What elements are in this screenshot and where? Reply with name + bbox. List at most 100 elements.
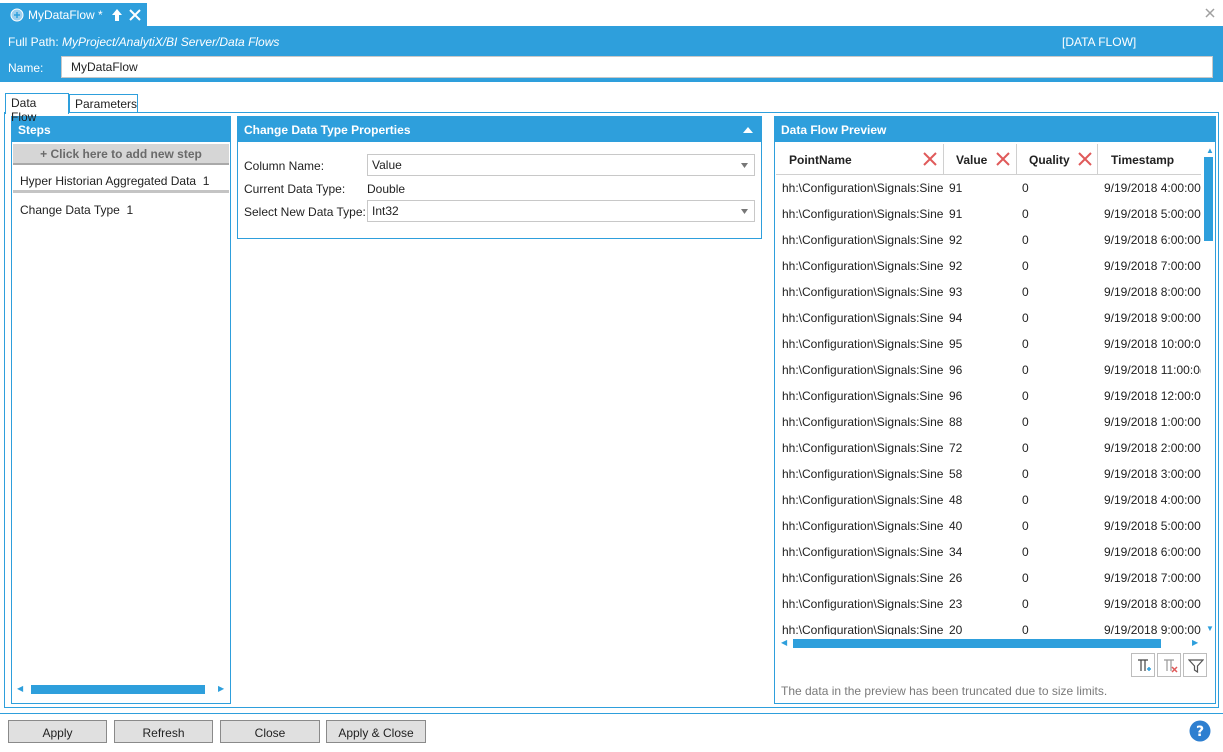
table-row[interactable]: hh:\Configuration\Signals:Sine 40 0 9/19/20…	[776, 513, 1201, 539]
table-row[interactable]: hh:\Configuration\Signals:Sine 34 0 9/19/20…	[776, 539, 1201, 565]
scroll-right-icon[interactable]: ▶	[1192, 638, 1198, 647]
cell-value: 34	[949, 545, 963, 559]
filter-icon	[1188, 659, 1204, 674]
apply-button[interactable]: Apply	[8, 720, 107, 743]
new-type-select[interactable]: Int32	[367, 200, 755, 222]
table-row[interactable]: hh:\Configuration\Signals:Sine 94 0 9/19/20…	[776, 305, 1201, 331]
full-path-label: Full Path:	[8, 35, 59, 49]
add-column-button[interactable]	[1131, 653, 1155, 677]
preview-panel: Data Flow Preview PointName Value Qualit…	[774, 116, 1216, 704]
cell-timestamp: 9/19/2018 5:00:00	[1104, 207, 1201, 221]
cell-timestamp: 9/19/2018 1:00:00	[1104, 415, 1201, 429]
cell-quality: 0	[1022, 363, 1029, 377]
cell-quality: 0	[1022, 571, 1029, 585]
name-input[interactable]	[61, 56, 1213, 78]
footer-separator	[0, 713, 1223, 714]
window-close-icon[interactable]	[1203, 6, 1217, 20]
pin-icon[interactable]	[111, 8, 123, 22]
dataflow-icon	[10, 8, 24, 21]
scroll-left-icon[interactable]: ◀	[17, 684, 23, 693]
cell-timestamp: 9/19/2018 6:00:00	[1104, 233, 1201, 247]
scroll-up-icon[interactable]: ▲	[1206, 146, 1214, 155]
remove-column-icon[interactable]	[1077, 151, 1093, 167]
table-row[interactable]: hh:\Configuration\Signals:Sine 72 0 9/19/20…	[776, 435, 1201, 461]
cell-pointname: hh:\Configuration\Signals:Sine	[782, 571, 944, 585]
cell-value: 88	[949, 415, 963, 429]
tab-parameters[interactable]: Parameters	[69, 94, 138, 113]
cell-value: 91	[949, 181, 963, 195]
step-item-hyper-historian[interactable]: Hyper Historian Aggregated Data 1	[20, 174, 209, 188]
remove-all-columns-button[interactable]	[1157, 653, 1181, 677]
cell-timestamp: 9/19/2018 7:00:00	[1104, 259, 1201, 273]
steps-title: Steps	[12, 117, 230, 142]
cell-pointname: hh:\Configuration\Signals:Sine	[782, 597, 944, 611]
cell-value: 72	[949, 441, 963, 455]
document-tab[interactable]: MyDataFlow *	[0, 3, 147, 26]
new-type-value: Int32	[372, 204, 399, 218]
table-row[interactable]: hh:\Configuration\Signals:Sine 95 0 9/19/20…	[776, 331, 1201, 357]
table-row[interactable]: hh:\Configuration\Signals:Sine 93 0 9/19/20…	[776, 279, 1201, 305]
scroll-left-icon[interactable]: ◀	[781, 638, 787, 647]
table-row[interactable]: hh:\Configuration\Signals:Sine 48 0 9/19/20…	[776, 487, 1201, 513]
cell-pointname: hh:\Configuration\Signals:Sine	[782, 233, 944, 247]
close-button[interactable]: Close	[220, 720, 320, 743]
cell-quality: 0	[1022, 233, 1029, 247]
table-row[interactable]: hh:\Configuration\Signals:Sine 92 0 9/19/20…	[776, 253, 1201, 279]
cell-quality: 0	[1022, 493, 1029, 507]
cell-pointname: hh:\Configuration\Signals:Sine	[782, 389, 944, 403]
cell-value: 58	[949, 467, 963, 481]
tab-data-flow[interactable]: Data Flow	[5, 93, 69, 124]
table-row[interactable]: hh:\Configuration\Signals:Sine 23 0 9/19/20…	[776, 591, 1201, 617]
remove-column-icon[interactable]	[922, 151, 938, 167]
table-row[interactable]: hh:\Configuration\Signals:Sine 26 0 9/19/20…	[776, 565, 1201, 591]
cell-timestamp: 9/19/2018 9:00:00	[1104, 623, 1201, 635]
cell-quality: 0	[1022, 389, 1029, 403]
table-row[interactable]: hh:\Configuration\Signals:Sine 58 0 9/19/20…	[776, 461, 1201, 487]
close-icon[interactable]	[128, 8, 141, 21]
current-type-label: Current Data Type:	[244, 182, 346, 196]
step-item-change-data-type[interactable]: Change Data Type 1	[20, 203, 133, 217]
cell-timestamp: 9/19/2018 5:00:00	[1104, 519, 1201, 533]
column-header-pointname[interactable]: PointName	[776, 144, 944, 174]
preview-vscroll-thumb[interactable]	[1204, 157, 1213, 241]
table-row[interactable]: hh:\Configuration\Signals:Sine 91 0 9/19/20…	[776, 201, 1201, 227]
cell-pointname: hh:\Configuration\Signals:Sine	[782, 311, 944, 325]
cell-quality: 0	[1022, 623, 1029, 635]
cell-value: 20	[949, 623, 963, 635]
column-name-value: Value	[372, 158, 402, 172]
truncated-note: The data in the preview has been truncat…	[781, 684, 1108, 698]
table-row[interactable]: hh:\Configuration\Signals:Sine 20 0 9/19/20…	[776, 617, 1201, 635]
table-row[interactable]: hh:\Configuration\Signals:Sine 91 0 9/19/20…	[776, 175, 1201, 201]
preview-hscroll-thumb[interactable]	[793, 639, 1161, 648]
cell-timestamp: 9/19/2018 4:00:00	[1104, 181, 1201, 195]
filter-button[interactable]	[1183, 653, 1207, 677]
column-header-quality[interactable]: Quality	[1017, 144, 1098, 174]
table-row[interactable]: hh:\Configuration\Signals:Sine 88 0 9/19/20…	[776, 409, 1201, 435]
cell-timestamp: 9/19/2018 10:00:0(	[1104, 337, 1201, 351]
scroll-right-icon[interactable]: ▶	[218, 684, 224, 693]
step-label: Change Data Type	[20, 203, 120, 217]
step-label: Hyper Historian Aggregated Data	[20, 174, 197, 188]
add-step-button[interactable]: + Click here to add new step	[13, 144, 229, 165]
help-icon[interactable]: ?	[1189, 720, 1211, 742]
scroll-down-icon[interactable]: ▼	[1206, 624, 1214, 633]
table-row[interactable]: hh:\Configuration\Signals:Sine 92 0 9/19/20…	[776, 227, 1201, 253]
column-name-select[interactable]: Value	[367, 154, 755, 176]
steps-hscroll-thumb[interactable]	[31, 685, 205, 694]
cell-timestamp: 9/19/2018 3:00:00	[1104, 467, 1201, 481]
refresh-button[interactable]: Refresh	[114, 720, 213, 743]
step-count: 1	[126, 203, 134, 217]
apply-close-button[interactable]: Apply & Close	[326, 720, 426, 743]
column-header-value[interactable]: Value	[944, 144, 1017, 174]
column-header-timestamp[interactable]: Timestamp	[1098, 144, 1201, 174]
table-row[interactable]: hh:\Configuration\Signals:Sine 96 0 9/19/20…	[776, 383, 1201, 409]
cell-pointname: hh:\Configuration\Signals:Sine	[782, 545, 944, 559]
table-row[interactable]: hh:\Configuration\Signals:Sine 96 0 9/19/20…	[776, 357, 1201, 383]
cell-value: 48	[949, 493, 963, 507]
cell-value: 92	[949, 259, 963, 273]
remove-column-icon[interactable]	[995, 151, 1011, 167]
cell-quality: 0	[1022, 181, 1029, 195]
cell-quality: 0	[1022, 415, 1029, 429]
collapse-icon[interactable]	[743, 126, 753, 133]
chevron-down-icon	[741, 163, 748, 168]
